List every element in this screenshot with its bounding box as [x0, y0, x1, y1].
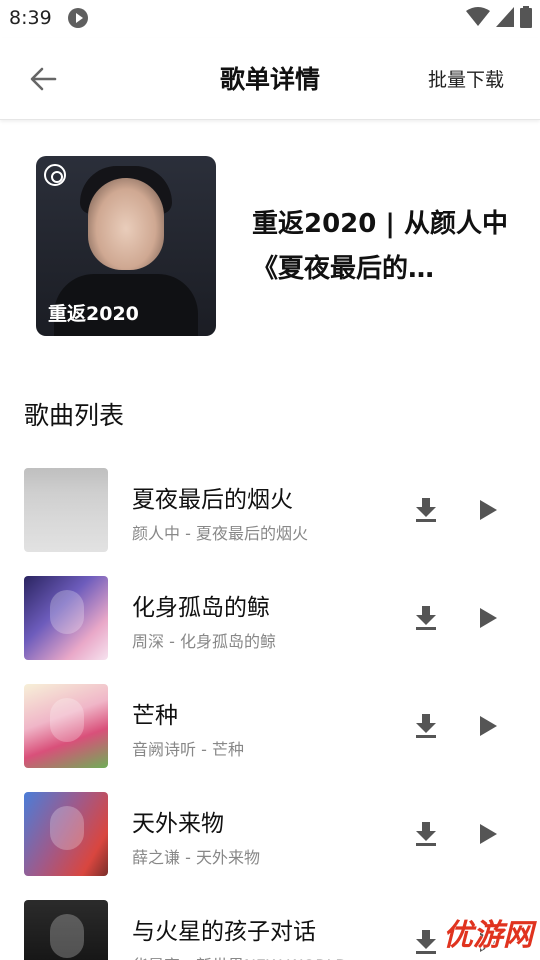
cover-caption: 重返2020 — [48, 303, 139, 325]
song-thumbnail — [24, 900, 108, 960]
play-button[interactable] — [474, 496, 502, 524]
song-thumbnail — [24, 792, 108, 876]
wifi-icon — [466, 7, 490, 26]
status-bar: 8:39 — [0, 0, 540, 38]
play-button[interactable] — [474, 604, 502, 632]
app-header: 歌单详情 批量下载 — [0, 38, 540, 120]
play-icon — [480, 500, 497, 520]
thumbnail-figure — [50, 914, 84, 958]
site-watermark: 优游网 — [443, 918, 533, 953]
download-icon — [416, 822, 436, 846]
battery-icon — [520, 6, 532, 28]
play-icon — [480, 608, 497, 628]
download-icon — [416, 498, 436, 522]
song-title: 夏夜最后的烟火 — [132, 487, 293, 513]
download-icon — [416, 930, 436, 954]
signal-icon — [496, 7, 514, 27]
song-thumbnail — [24, 684, 108, 768]
thumbnail-figure — [50, 590, 84, 634]
batch-download-button[interactable]: 批量下载 — [428, 65, 504, 92]
song-row[interactable]: 天外来物 薛之谦 - 天外来物 — [0, 792, 540, 900]
play-button[interactable] — [474, 712, 502, 740]
play-button[interactable] — [474, 820, 502, 848]
playlist-title: 重返2020 | 从颜人中《夏夜最后的… — [252, 209, 508, 284]
media-playing-icon — [68, 8, 88, 28]
download-button[interactable] — [412, 496, 440, 524]
download-icon — [416, 714, 436, 738]
song-thumbnail — [24, 576, 108, 660]
status-indicators — [466, 6, 532, 28]
song-row[interactable]: 化身孤岛的鲸 周深 - 化身孤岛的鲸 — [0, 576, 540, 684]
playlist-cover: 重返2020 — [36, 156, 216, 336]
song-list-heading: 歌曲列表 — [24, 401, 125, 430]
song-title: 芒种 — [132, 703, 178, 729]
song-artist-album: 颜人中 - 夏夜最后的烟火 — [132, 524, 308, 543]
song-title: 天外来物 — [132, 811, 224, 837]
song-title: 与火星的孩子对话 — [132, 919, 316, 945]
thumbnail-figure — [50, 806, 84, 850]
netease-logo-icon — [44, 164, 66, 186]
song-list: 夏夜最后的烟火 颜人中 - 夏夜最后的烟火 化身孤岛的鲸 周深 - 化身孤岛的鲸… — [0, 468, 540, 960]
thumbnail-figure — [50, 698, 84, 742]
song-row[interactable]: 夏夜最后的烟火 颜人中 - 夏夜最后的烟火 — [0, 468, 540, 576]
download-icon — [416, 606, 436, 630]
song-artist-album: 音阙诗听 - 芒种 — [132, 740, 244, 759]
play-icon — [480, 824, 497, 844]
status-time: 8:39 — [9, 7, 52, 29]
song-title: 化身孤岛的鲸 — [132, 595, 270, 621]
song-thumbnail — [24, 468, 108, 552]
song-row[interactable]: 芒种 音阙诗听 - 芒种 — [0, 684, 540, 792]
song-artist-album: 薛之谦 - 天外来物 — [132, 848, 260, 867]
play-icon — [480, 716, 497, 736]
song-artist-album: 周深 - 化身孤岛的鲸 — [132, 632, 276, 651]
song-artist-album: 华晨宇 - 新世界NEW WORLD — [132, 952, 348, 960]
download-button[interactable] — [412, 712, 440, 740]
download-button[interactable] — [412, 604, 440, 632]
download-button[interactable] — [412, 820, 440, 848]
cover-artist-face — [88, 178, 164, 270]
